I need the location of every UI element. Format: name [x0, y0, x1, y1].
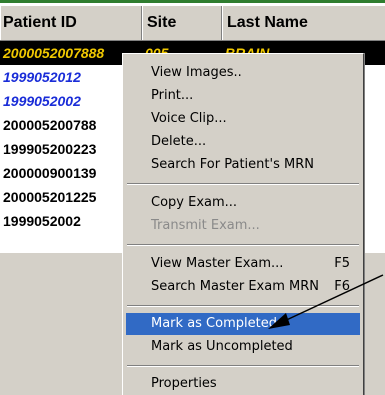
- exam-list-window: Patient ID Site Last Name 2000052007888 …: [0, 0, 385, 395]
- cell-patient-id: 2000052007888: [3, 45, 105, 61]
- menu-item-copy-exam[interactable]: Copy Exam...: [126, 192, 360, 214]
- column-header-site[interactable]: Site: [142, 6, 222, 40]
- cell-patient-id: 1999052002: [3, 213, 81, 229]
- menu-item-delete[interactable]: Delete...: [126, 131, 360, 153]
- menu-separator: [127, 183, 359, 185]
- table-header: Patient ID Site Last Name: [0, 6, 385, 41]
- menu-item-view-images[interactable]: View Images..: [126, 62, 360, 84]
- arrow-pointer-icon: [268, 274, 384, 329]
- cell-patient-id: 1999052012: [3, 69, 81, 85]
- context-menu: View Images.. Print... Voice Clip... Del…: [122, 53, 364, 395]
- column-header-last-name[interactable]: Last Name: [222, 6, 385, 40]
- menu-item-voice-clip[interactable]: Voice Clip...: [126, 108, 360, 130]
- menu-item-mark-uncompleted[interactable]: Mark as Uncompleted: [126, 336, 360, 358]
- cell-patient-id: 200000900139: [3, 165, 97, 181]
- cell-patient-id: 199905200223: [3, 141, 97, 157]
- menu-separator: [127, 244, 359, 246]
- menu-item-view-master-exam[interactable]: View Master Exam... F5: [126, 253, 360, 275]
- menu-item-transmit-exam: Transmit Exam...: [151, 218, 260, 233]
- cell-patient-id: 200005201225: [3, 189, 97, 205]
- menu-separator: [127, 365, 359, 367]
- shortcut-label: F5: [334, 256, 350, 271]
- menu-item-search-patient-mrn[interactable]: Search For Patient's MRN: [126, 154, 360, 176]
- menu-item-print[interactable]: Print...: [126, 85, 360, 107]
- cell-patient-id: 200005200788: [3, 117, 97, 133]
- menu-item-label: View Master Exam...: [151, 256, 284, 271]
- cell-patient-id: 1999052002: [3, 93, 81, 109]
- column-header-patient-id[interactable]: Patient ID: [0, 6, 142, 40]
